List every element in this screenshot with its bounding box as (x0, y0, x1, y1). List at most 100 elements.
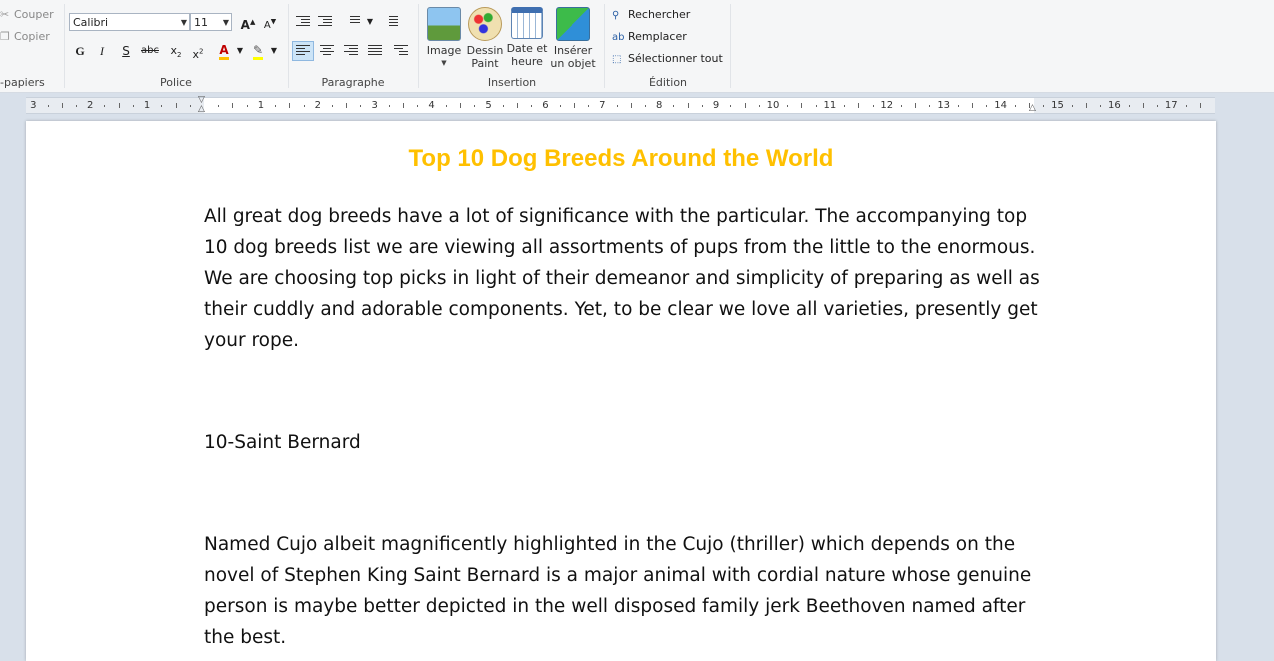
ruler-left-margin (26, 98, 204, 113)
ruler-tick (559, 105, 561, 107)
align-center-icon (320, 45, 334, 57)
cut-button[interactable]: ✂ Couper (0, 8, 54, 21)
image-button[interactable]: Image ▼ (426, 7, 462, 70)
ruler-tick (901, 105, 903, 107)
ruler-tick (460, 103, 462, 108)
select-all-label: Sélectionner tout (628, 52, 723, 65)
align-center-button[interactable] (316, 41, 338, 61)
ruler-number: 12 (880, 100, 894, 111)
ruler-tick (388, 105, 390, 107)
separator (730, 4, 731, 88)
ribbon: ✂ Couper ❐ Copier -papiers Calibri ▼ 11 ▼ … (0, 0, 1274, 93)
ruler-tick (474, 105, 476, 107)
find-button[interactable]: ⚲ Rechercher (612, 8, 690, 21)
ruler-tick (104, 105, 106, 107)
ruler-tick (246, 105, 248, 107)
ruler-tick (75, 105, 77, 107)
ruler-number: 10 (766, 100, 780, 111)
underline-button[interactable]: S (116, 41, 136, 61)
ruler-tick (332, 105, 334, 107)
copy-button[interactable]: ❐ Copier (0, 30, 50, 43)
replace-label: Remplacer (628, 30, 687, 43)
ruler-tick (1014, 105, 1016, 107)
align-left-button[interactable] (292, 41, 314, 61)
paint-drawing-button[interactable]: Dessin Paint (466, 7, 504, 70)
ruler-tick (1185, 105, 1187, 107)
ruler-tick (445, 105, 447, 107)
replace-button[interactable]: ab Remplacer (612, 30, 687, 43)
ruler-tick (687, 103, 689, 108)
decrease-indent-button[interactable] (292, 12, 314, 32)
ruler-tick (516, 103, 518, 108)
ruler-tick (47, 105, 49, 107)
paragraph-settings-icon (394, 45, 408, 57)
horizontal-ruler[interactable]: ▽ △ △ 3 2 1 1 2 3 4 5 6 7 8 9 10 11 12 13 14 15 16 17 (26, 96, 1215, 114)
ruler-tick (801, 103, 803, 108)
ruler-tick (1085, 103, 1087, 108)
object-label-2: un objet (550, 57, 596, 70)
ruler-tick (417, 105, 419, 107)
ruler-tick (972, 103, 974, 108)
paint-palette-icon (468, 7, 502, 41)
replace-icon: ab (612, 32, 625, 43)
separator (418, 4, 419, 88)
chevron-down-icon[interactable]: ▼ (264, 41, 284, 61)
ruler-tick (189, 105, 191, 107)
object-icon (556, 7, 590, 41)
font-size-dropdown[interactable]: 11 ▼ (190, 13, 232, 31)
chevron-down-icon: ▼ (441, 59, 447, 67)
editing-group-label: Édition (648, 76, 688, 89)
grow-font-icon: A▲ (240, 18, 256, 32)
align-right-button[interactable] (340, 41, 362, 61)
font-name-dropdown[interactable]: Calibri ▼ (69, 13, 190, 31)
select-all-button[interactable]: ⬚ Sélectionner tout (612, 52, 723, 65)
paragraph-group-label: Paragraphe (321, 76, 385, 89)
increase-indent-button[interactable] (314, 12, 336, 32)
superscript-button[interactable]: x2 (188, 41, 208, 61)
left-indent-marker[interactable]: △ (198, 105, 205, 114)
intro-paragraph[interactable]: All great dog breeds have a lot of signi… (204, 201, 1044, 356)
ruler-tick (403, 103, 405, 108)
bold-button[interactable]: G (70, 41, 90, 61)
ruler-tick (673, 105, 675, 107)
ruler-number: 2 (87, 100, 94, 111)
highlighter-icon: ✎ (252, 43, 264, 60)
ruler-tick (289, 103, 291, 108)
ruler-tick (360, 105, 362, 107)
font-name-value: Calibri (73, 16, 109, 29)
paint-label-1: Dessin (466, 44, 504, 57)
insert-object-button[interactable]: Insérer un objet (550, 7, 596, 70)
document-title[interactable]: Top 10 Dog Breeds Around the World (26, 145, 1216, 173)
justify-button[interactable] (364, 41, 386, 61)
ruler-number: 3 (30, 100, 37, 111)
shrink-font-button[interactable]: A▼ (260, 12, 280, 32)
image-label: Image (426, 44, 462, 57)
separator (604, 4, 605, 88)
line-spacing-button[interactable] (380, 12, 402, 32)
italic-button[interactable]: I (92, 41, 112, 61)
section-heading[interactable]: 10-Saint Bernard (204, 427, 1044, 458)
chevron-down-icon[interactable]: ▼ (360, 12, 380, 32)
paragraph-settings-button[interactable] (390, 41, 412, 61)
ruler-number: 8 (656, 100, 663, 111)
subscript-button[interactable]: x2 (166, 41, 186, 61)
ruler-tick (787, 105, 789, 107)
strikethrough-button[interactable]: abc (140, 41, 160, 61)
chevron-down-icon[interactable]: ▼ (230, 41, 250, 61)
subscript-icon: x2 (170, 44, 182, 60)
line-spacing-icon (384, 16, 398, 28)
ruler-tick (815, 105, 817, 107)
saint-bernard-paragraph[interactable]: Named Cujo albeit magnificently highligh… (204, 529, 1044, 653)
ruler-tick (588, 105, 590, 107)
ruler-tick (1029, 103, 1031, 108)
document-page[interactable]: Top 10 Dog Breeds Around the World All g… (26, 121, 1216, 661)
cut-label: Couper (14, 8, 54, 21)
paint-label-2: Paint (471, 57, 499, 70)
date-time-button[interactable]: Date et heure (506, 7, 548, 68)
ruler-number: 7 (599, 100, 606, 111)
ruler-number: 4 (428, 100, 435, 111)
ruler-tick (616, 105, 618, 107)
ruler-tick (986, 105, 988, 107)
ruler-tick (701, 105, 703, 107)
grow-font-button[interactable]: A▲ (238, 12, 258, 32)
